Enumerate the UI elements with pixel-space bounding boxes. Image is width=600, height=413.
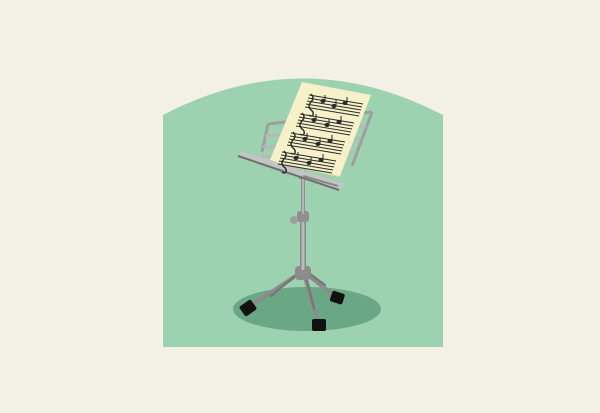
stand-pole-upper <box>301 176 305 214</box>
height-adjust-knob <box>290 216 298 224</box>
music-stand-illustration <box>163 78 443 347</box>
stand-pole-lower <box>300 216 306 270</box>
stand-foot-center <box>312 319 326 331</box>
illustration-canvas <box>0 0 600 413</box>
